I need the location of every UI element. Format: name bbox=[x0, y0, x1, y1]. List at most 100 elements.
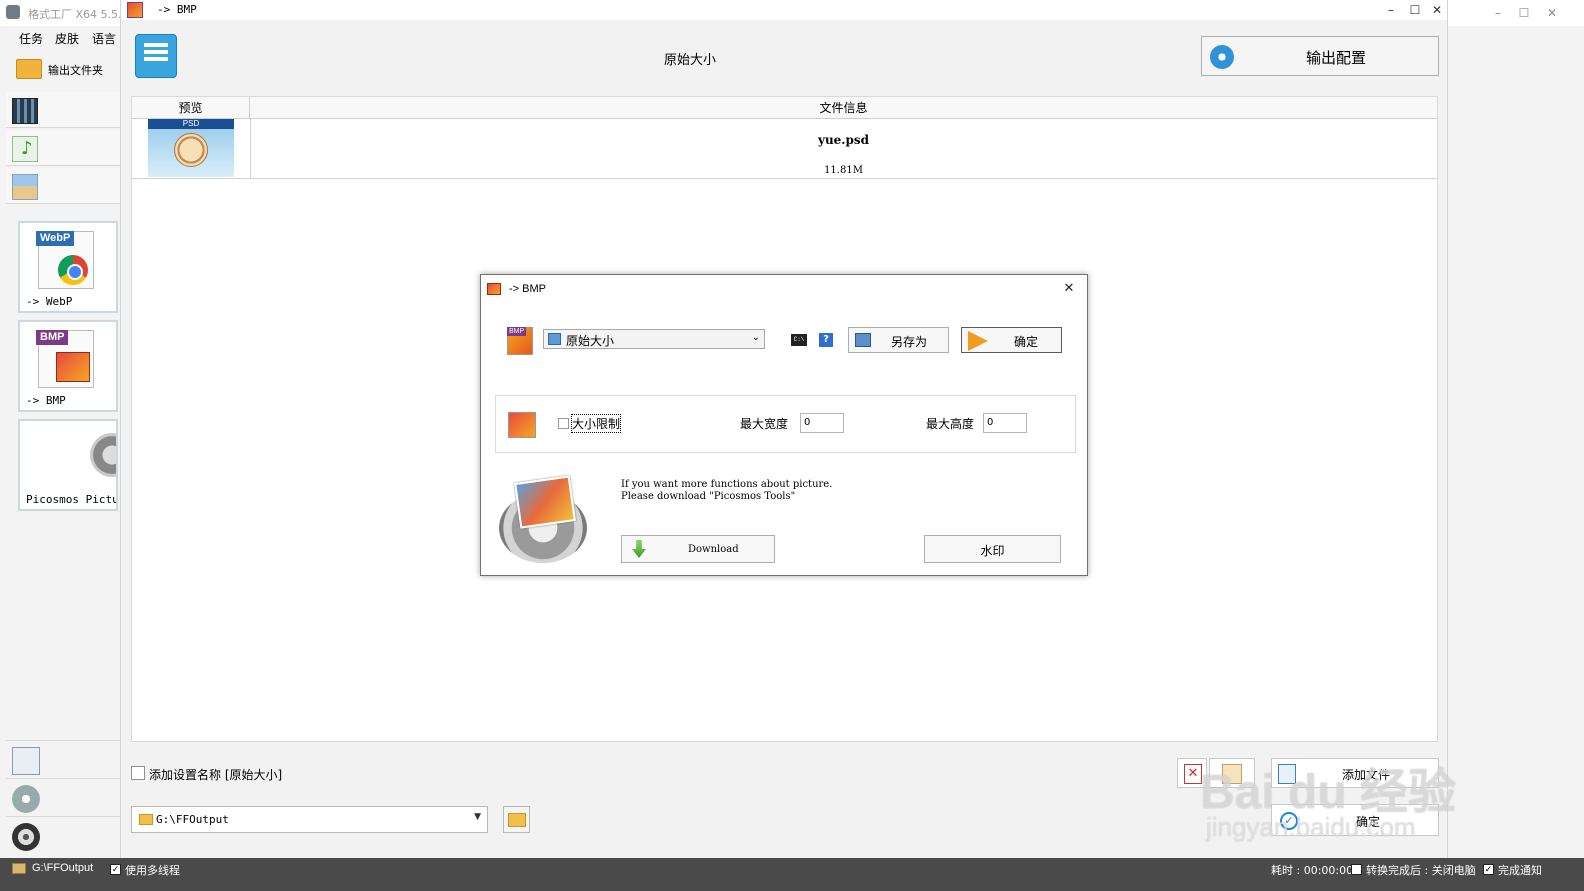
floppy-disk-icon bbox=[855, 333, 871, 347]
ok-label: 确定 bbox=[1356, 815, 1381, 829]
size-limit-group: 大小限制 最大宽度 0 最大高度 0 bbox=[495, 395, 1076, 453]
close-icon[interactable]: ✕ bbox=[1544, 5, 1560, 21]
profile-name: 原始大小 bbox=[664, 53, 717, 68]
max-width-label: 最大宽度 bbox=[740, 417, 789, 431]
output-path-value: G:\FFOutput bbox=[156, 813, 229, 826]
download-arrow-icon bbox=[632, 540, 646, 558]
bmp-badge: BMP bbox=[36, 330, 69, 345]
remove-icon: ✕ bbox=[1184, 764, 1202, 784]
clear-list-button[interactable] bbox=[1209, 758, 1255, 788]
format-tile-label: -> WebP bbox=[26, 295, 73, 308]
main-window-title: 格式工厂 X64 5.5.0 bbox=[28, 8, 129, 21]
clear-list-icon bbox=[1222, 764, 1242, 784]
bmp-settings-dialog: -> BMP ✕ BMP 原始大小 ⌄ C:\ ? 另存为 确定 大小限制 最大… bbox=[480, 274, 1088, 576]
add-file-button[interactable]: 添加文件 bbox=[1271, 758, 1439, 788]
watermark-button[interactable]: 水印 bbox=[924, 535, 1061, 563]
arrow-right-icon bbox=[968, 331, 988, 351]
check-circle-icon: ✓ bbox=[1280, 812, 1298, 830]
format-tile-bmp[interactable]: BMP -> BMP bbox=[18, 320, 118, 412]
thumbnail-image bbox=[174, 133, 208, 167]
chevron-down-icon: ⌄ bbox=[751, 332, 760, 343]
table-row[interactable]: PSD yue.psd 11.81M bbox=[132, 119, 1437, 179]
maximize-icon[interactable]: ☐ bbox=[1516, 5, 1532, 21]
help-button[interactable]: ? bbox=[819, 333, 833, 347]
size-preset-select[interactable]: 原始大小 ⌄ bbox=[543, 329, 765, 349]
paint-image-icon bbox=[56, 352, 90, 382]
resize-image-icon bbox=[508, 412, 536, 438]
menu-language[interactable]: 语言 bbox=[92, 30, 116, 47]
film-icon bbox=[12, 98, 38, 124]
size-limit-checkbox[interactable] bbox=[558, 418, 569, 429]
sidebar-category-video[interactable] bbox=[6, 92, 120, 128]
landscape-image-icon bbox=[12, 174, 38, 200]
close-icon[interactable]: ✕ bbox=[1429, 2, 1445, 18]
sidebar-category-audio[interactable]: ♪ bbox=[6, 130, 120, 166]
add-setting-name-option[interactable]: 添加设置名称 [原始大小] bbox=[131, 764, 431, 784]
after-convert-checkbox[interactable] bbox=[1351, 864, 1362, 875]
disc-icon bbox=[12, 785, 40, 813]
bmp-format-icon: BMP bbox=[507, 327, 533, 355]
promo-line: Please download "Picosmos Tools" bbox=[621, 491, 796, 502]
notify-checkbox[interactable]: ✓ bbox=[1483, 864, 1494, 875]
music-note-icon: ♪ bbox=[12, 136, 38, 162]
folder-icon bbox=[139, 814, 153, 825]
command-line-button[interactable]: C:\ bbox=[791, 334, 807, 346]
sidebar-tool-disc[interactable] bbox=[6, 778, 120, 816]
sidebar-tool-reel[interactable] bbox=[6, 816, 120, 854]
sidebar-tool-edit[interactable] bbox=[6, 740, 120, 778]
conversion-header: 原始大小 输出配置 bbox=[121, 22, 1447, 90]
minimize-icon[interactable]: – bbox=[1490, 5, 1506, 21]
preset-image-icon bbox=[548, 333, 561, 345]
open-folder-icon bbox=[508, 813, 526, 827]
status-bar: G:\FFOutput ✓ 使用多线程 耗时 : 00:00:00 转换完成后 … bbox=[0, 858, 1584, 891]
column-header-file-info[interactable]: 文件信息 bbox=[250, 97, 1437, 119]
format-tile-webp[interactable]: WebP -> WebP bbox=[18, 221, 118, 313]
app-logo-icon bbox=[6, 5, 20, 19]
table-header: 预览 文件信息 bbox=[132, 97, 1437, 119]
remove-file-button[interactable]: ✕ bbox=[1177, 758, 1207, 788]
confirm-button[interactable]: 确定 bbox=[961, 327, 1062, 353]
sidebar-category-picture[interactable] bbox=[6, 168, 120, 204]
minimize-icon[interactable]: – bbox=[1383, 2, 1399, 18]
menu-skin[interactable]: 皮肤 bbox=[55, 30, 79, 47]
folder-icon bbox=[16, 59, 42, 79]
gear-icon bbox=[1210, 45, 1234, 69]
file-thumbnail: PSD bbox=[148, 119, 234, 177]
output-folder-label: 输出文件夹 bbox=[48, 64, 103, 77]
max-height-input[interactable]: 0 bbox=[983, 413, 1027, 433]
maximize-icon[interactable]: ☐ bbox=[1407, 2, 1423, 18]
output-config-button[interactable]: 输出配置 bbox=[1201, 36, 1439, 76]
browse-folder-button[interactable] bbox=[503, 806, 530, 833]
confirm-label: 确定 bbox=[1014, 335, 1039, 349]
photo-stack-icon bbox=[514, 475, 576, 529]
download-button[interactable]: Download bbox=[621, 535, 775, 563]
folder-icon[interactable] bbox=[12, 863, 26, 874]
save-as-label: 另存为 bbox=[891, 335, 928, 349]
format-tile-picosmos[interactable]: Picosmos Pictu bbox=[18, 419, 118, 511]
promo-text: If you want more functions about picture… bbox=[621, 479, 832, 503]
dialog-title: -> BMP bbox=[509, 283, 546, 295]
chevron-down-icon: ▼ bbox=[474, 812, 481, 822]
output-path-select[interactable]: G:\FFOutput ▼ bbox=[131, 806, 488, 833]
save-as-button[interactable]: 另存为 bbox=[848, 327, 949, 353]
menu-task[interactable]: 任务 bbox=[19, 30, 43, 47]
add-setting-name-label: 添加设置名称 [原始大小] bbox=[149, 768, 283, 782]
status-output-path[interactable]: G:\FFOutput bbox=[32, 862, 93, 874]
size-limit-label[interactable]: 大小限制 bbox=[570, 414, 622, 433]
format-tile-label: -> BMP bbox=[26, 394, 66, 407]
notify-label: 完成通知 bbox=[1498, 864, 1542, 877]
bmp-format-icon bbox=[127, 2, 143, 18]
ok-button[interactable]: ✓ 确定 bbox=[1271, 804, 1439, 836]
output-folder-button[interactable]: 输出文件夹 bbox=[14, 56, 118, 82]
picosmos-logo bbox=[497, 475, 591, 565]
close-icon[interactable]: ✕ bbox=[1061, 281, 1077, 297]
add-setting-name-checkbox[interactable] bbox=[131, 766, 145, 780]
bmp-format-icon bbox=[487, 283, 501, 295]
column-header-preview[interactable]: 预览 bbox=[132, 97, 250, 119]
dialog-titlebar: -> BMP ✕ bbox=[481, 275, 1087, 303]
multithread-checkbox[interactable]: ✓ bbox=[110, 864, 121, 875]
conversion-window-title: -> BMP bbox=[157, 3, 197, 16]
max-width-input[interactable]: 0 bbox=[800, 413, 844, 433]
download-label: Download bbox=[688, 544, 739, 555]
profile-list-icon[interactable] bbox=[135, 34, 177, 78]
